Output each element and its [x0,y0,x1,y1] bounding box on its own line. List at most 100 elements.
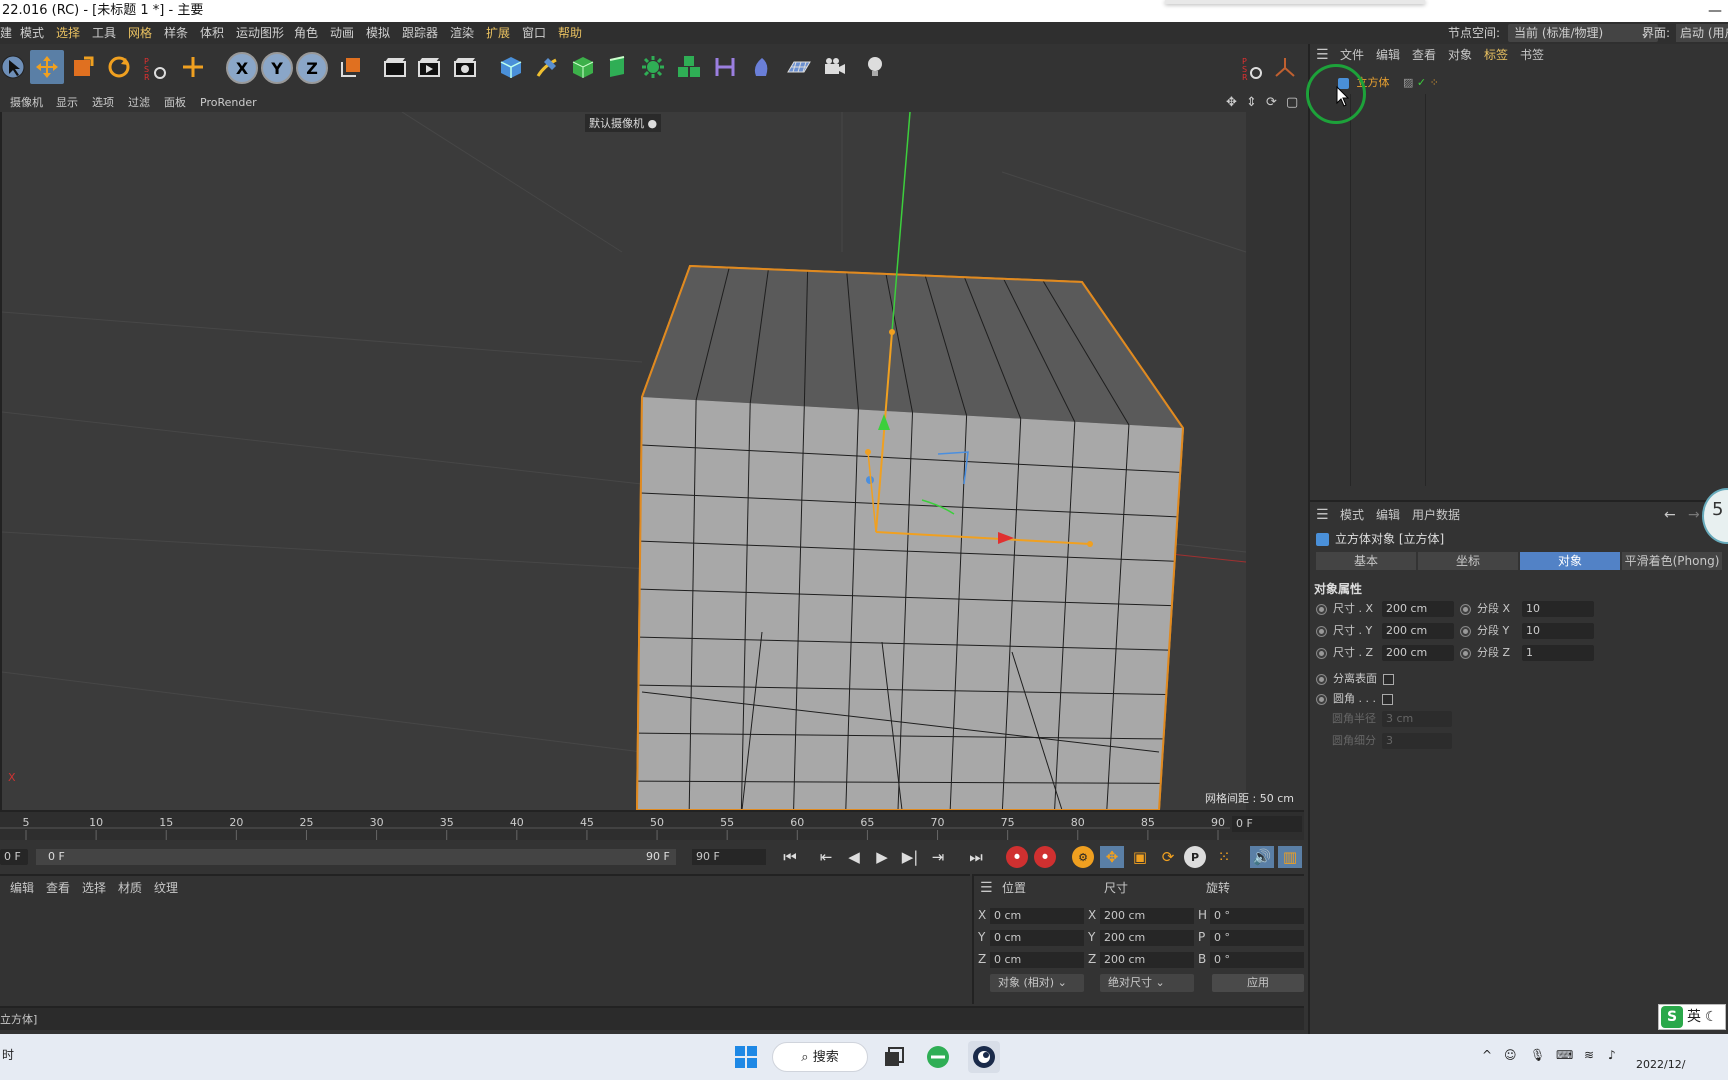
current-frame-field[interactable]: 0 F [1232,816,1302,832]
clock[interactable]: 2022/12/ [1636,1058,1685,1071]
prev-frame-icon[interactable]: ◀ [842,846,866,868]
input-method-icon[interactable]: ⌨ [1556,1048,1573,1062]
pan-view-icon[interactable]: ✥ [1226,94,1237,112]
pos-z-field[interactable]: 0 cm [990,952,1084,968]
move-tool-icon[interactable] [30,50,64,84]
rot-b-field[interactable]: 0 ° [1210,952,1304,968]
cube-primitive-icon[interactable] [494,50,528,84]
mat-menu-material[interactable]: 材质 [118,878,142,898]
timeline-ruler[interactable]: 5 10 15 20 25 30 35 40 45 50 55 60 65 70 75 80 85 90 [0,810,1304,840]
psr-reset-icon[interactable]: PSR [1234,50,1268,84]
sound-icon[interactable]: 🔊 [1250,846,1274,868]
next-frame-icon[interactable]: ▶| [898,846,922,868]
wifi-icon[interactable]: ≋ [1584,1048,1594,1062]
menu-item-10[interactable]: 模拟 [366,22,390,44]
camera-label[interactable]: 默认摄像机 ● [585,114,662,132]
go-to-end-icon[interactable]: ⏭ [964,846,988,868]
menu-item-14[interactable]: 窗口 [522,22,546,44]
extrude-icon[interactable] [600,50,634,84]
windows-start-icon[interactable] [732,1041,760,1073]
separate-surfaces-checkbox[interactable] [1383,673,1394,685]
tab-object[interactable]: 对象 [1520,552,1620,570]
keyframe-dot-icon[interactable] [1316,673,1327,685]
am-menu-mode[interactable]: 模式 [1340,504,1364,526]
key-rotation-icon[interactable]: ⟳ [1156,846,1180,868]
people-icon[interactable]: ☺ [1504,1048,1517,1062]
rotate-tool-icon[interactable] [102,50,136,84]
mat-menu-texture[interactable]: 纹理 [154,878,178,898]
film-icon[interactable]: ▥ [1278,846,1302,868]
om-menu-tags[interactable]: 标签 [1484,44,1508,66]
node-space-dropdown[interactable]: 当前 (标准/物理) [1508,24,1658,42]
orbit-view-icon[interactable]: ⟳ [1266,94,1277,112]
psr-icon[interactable]: PSR [138,50,172,84]
keyframe-dot-icon[interactable] [1460,603,1471,615]
autokey-icon[interactable]: ⏺ [1034,846,1056,868]
mograph-cubes-icon[interactable] [672,50,706,84]
menu-item-13[interactable]: 扩展 [486,22,510,44]
key-pla-icon[interactable]: ⁙ [1212,846,1236,868]
om-menu-bookmarks[interactable]: 书签 [1520,44,1544,66]
record-icon[interactable]: ⏺ [1006,846,1028,868]
om-menu-file[interactable]: 文件 [1340,44,1364,66]
deformer-icon[interactable] [708,50,742,84]
keyframe-selection-icon[interactable]: ⚙ [1072,846,1094,868]
start-frame-field[interactable]: 0 F [0,849,28,865]
cinema4d-taskbar-icon[interactable] [968,1041,1000,1073]
om-menu-view[interactable]: 查看 [1412,44,1436,66]
play-icon[interactable]: ▶ [870,846,894,868]
tab-phong[interactable]: 平滑着色(Phong) [1622,552,1722,570]
segments-x-field[interactable]: 10 [1522,601,1594,617]
subdivision-icon[interactable] [566,50,600,84]
keyframe-dot-icon[interactable] [1460,625,1471,637]
menu-item-11[interactable]: 跟踪器 [402,22,438,44]
x-axis-lock-icon[interactable]: X [226,52,258,84]
browser-icon[interactable] [924,1041,952,1073]
add-axis-icon[interactable] [176,50,210,84]
menu-item-6[interactable]: 体积 [200,22,224,44]
visibility-icon[interactable]: ▨ [1403,76,1413,89]
viewport-menu-filter[interactable]: 过滤 [128,94,150,112]
floor-icon[interactable] [782,50,816,84]
segments-z-field[interactable]: 1 [1522,645,1594,661]
segments-y-field[interactable]: 10 [1522,623,1594,639]
size-z-field[interactable]: 200 cm [1382,645,1454,661]
end-frame-field[interactable]: 90 F [692,849,766,865]
back-arrow-icon[interactable]: ← [1664,504,1676,526]
viewport-menu-panel[interactable]: 面板 [164,94,186,112]
light-icon[interactable] [858,50,892,84]
enabled-check-icon[interactable]: ✓ [1417,76,1426,89]
microphone-icon[interactable]: 🎙 [1530,1048,1545,1062]
ime-indicator[interactable]: S 英 ☾ [1658,1004,1726,1030]
taskbar-search-button[interactable]: ⌕ 搜索 [772,1042,868,1072]
viewport-menu-prorender[interactable]: ProRender [200,94,257,112]
hamburger-icon[interactable]: ☰ [1316,504,1329,526]
hamburger-icon[interactable]: ☰ [1316,44,1329,66]
frame-range-slider[interactable]: 0 F 90 F [36,849,676,865]
pen-spline-icon[interactable] [530,50,564,84]
viewport-menu-options[interactable]: 选项 [92,94,114,112]
menu-item-3[interactable]: 工具 [92,22,116,44]
camera-icon[interactable] [818,50,852,84]
menu-item-0[interactable]: 建 [0,22,12,44]
om-menu-edit[interactable]: 编辑 [1376,44,1400,66]
coord-size-y-field[interactable]: 200 cm [1100,930,1194,946]
y-axis-lock-icon[interactable]: Y [261,52,293,84]
viewport-menu-camera[interactable]: 摄像机 [10,94,43,112]
menu-item-4[interactable]: 网格 [128,22,152,44]
coordinate-mode-dropdown[interactable]: 对象 (相对) ⌄ [990,974,1084,992]
apply-button[interactable]: 应用 [1212,974,1304,992]
rot-p-field[interactable]: 0 ° [1210,930,1304,946]
z-axis-lock-icon[interactable]: Z [296,52,328,84]
key-position-icon[interactable]: ✥ [1100,846,1124,868]
size-mode-dropdown[interactable]: 绝对尺寸 ⌄ [1100,974,1194,992]
mat-menu-select[interactable]: 选择 [82,878,106,898]
hamburger-icon[interactable]: ☰ [980,878,993,898]
mat-menu-edit[interactable]: 编辑 [10,878,34,898]
next-key-icon[interactable]: ⇥ [926,846,950,868]
tab-basic[interactable]: 基本 [1316,552,1416,570]
interface-dropdown[interactable]: 启动 (用户) [1676,24,1728,42]
go-to-start-icon[interactable]: ⏮ [778,846,802,868]
tag-icon[interactable]: ⁘ [1430,76,1439,89]
task-view-icon[interactable] [880,1041,908,1073]
